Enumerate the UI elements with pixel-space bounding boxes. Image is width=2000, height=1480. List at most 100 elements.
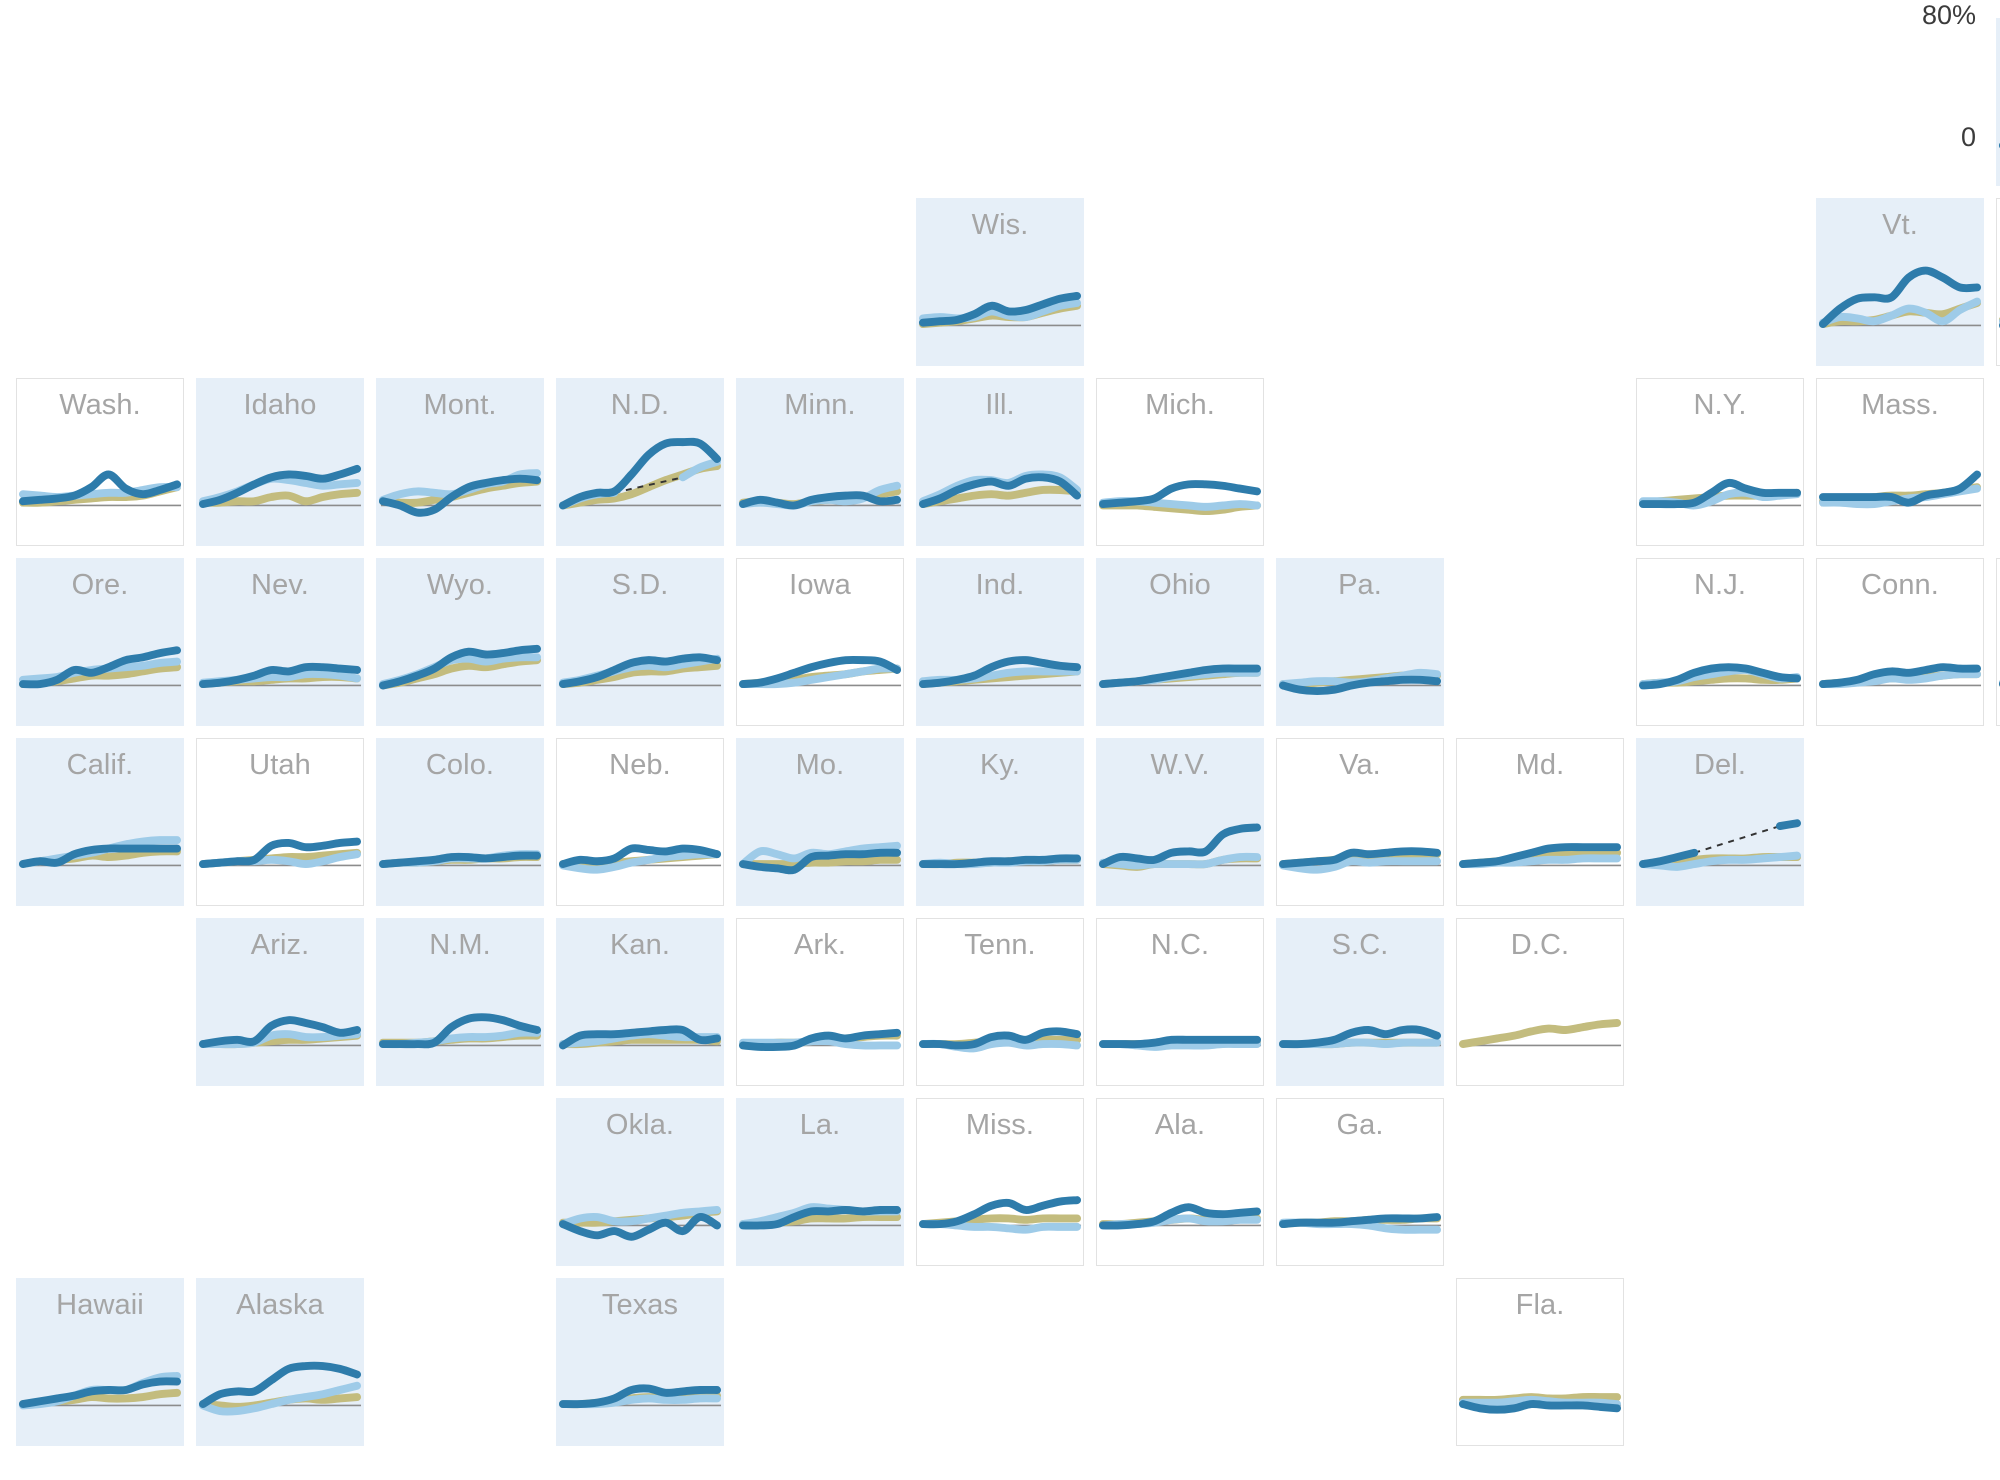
sparkline [918,854,1082,869]
series-line-tan [738,855,902,869]
sparkline [1458,1392,1622,1414]
axis-top-label: 80% [1921,0,1976,30]
state-tile-colo[interactable]: Colo. [376,738,544,906]
state-tile-wash[interactable]: Wash. [16,378,184,546]
state-tile-iowa[interactable]: Iowa [736,558,904,726]
gap-dashed-connector [1694,825,1781,854]
state-tile-n-y[interactable]: N.Y. [1636,378,1804,546]
state-tile-n-h[interactable]: N.H. [1996,198,2000,366]
state-tile-idaho[interactable]: Idaho [196,378,364,546]
state-tile-mass[interactable]: Mass. [1816,378,1984,546]
sparkline [1098,480,1262,516]
sparkline [1638,478,1802,510]
state-tile-la[interactable]: La. [736,1098,904,1266]
state-tile-ala[interactable]: Ala. [1096,1098,1264,1266]
sparkline [198,1361,362,1416]
state-tile-n-m[interactable]: N.M. [376,918,544,1086]
series-line-dark-blue [1278,1213,1442,1229]
state-tile-w-v[interactable]: W.V. [1096,738,1264,906]
sparkline [378,469,542,517]
state-tile-mo[interactable]: Mo. [736,738,904,906]
sparkline [1458,1018,1622,1049]
sparkline [558,1384,722,1409]
cartogram-board: 80% 0 Maine Wis. Vt. N.H. Wash.IdahoMont.N.D… [0,0,2000,1480]
state-tile-kan[interactable]: Kan. [556,918,724,1086]
state-tile-nev[interactable]: Nev. [196,558,364,726]
state-tile-utah[interactable]: Utah [196,738,364,906]
state-tile-mont[interactable]: Mont. [376,378,544,546]
sparkline [738,841,902,875]
sparkline [558,1206,722,1241]
state-tile-ark[interactable]: Ark. [736,918,904,1086]
sparkline [558,844,722,874]
sparkline [738,1203,902,1230]
sparkline [18,836,182,869]
sparkline [918,656,1082,689]
state-tile-ore[interactable]: Ore. [16,558,184,726]
state-tile-alaska[interactable]: Alaska [196,1278,364,1446]
sparkline [738,481,902,510]
series-line-dark-blue [1098,1035,1262,1049]
sparkline [1458,843,1622,869]
sparkline [738,655,902,689]
sparkline [558,1025,722,1050]
sparkline [1098,823,1262,871]
state-tile-fla[interactable]: Fla. [1456,1278,1624,1446]
state-tile-neb[interactable]: Neb. [556,738,724,906]
state-tile-n-j[interactable]: N.J. [1636,558,1804,726]
state-tile-ky[interactable]: Ky. [916,738,1084,906]
state-tile-tenn[interactable]: Tenn. [916,918,1084,1086]
state-tile-n-c[interactable]: N.C. [1096,918,1264,1086]
state-tile-calif[interactable]: Calif. [16,738,184,906]
sparkline [18,1371,182,1410]
state-tile-pa[interactable]: Pa. [1276,558,1444,726]
sparkline [198,464,362,509]
state-tile-n-d[interactable]: N.D. [556,378,724,546]
state-tile-hawaii[interactable]: Hawaii [16,1278,184,1446]
state-tile-s-c[interactable]: S.C. [1276,918,1444,1086]
sparkline [1098,1203,1262,1230]
sparkline [378,1013,542,1049]
sparkline [198,662,362,689]
state-tile-conn[interactable]: Conn. [1816,558,1984,726]
sparkline [1278,847,1442,874]
axis-zero-label: 0 [1960,122,1976,152]
state-tile-maine[interactable]: Maine [1996,18,2000,186]
state-tile-r-i[interactable]: R.I. [1996,558,2000,726]
sparkline [1278,668,1442,696]
sparkline [1818,266,1982,329]
series-line-dark-blue [1818,470,1982,507]
sparkline [918,1196,1082,1234]
state-tile-miss[interactable]: Miss. [916,1098,1084,1266]
state-tile-ill[interactable]: Ill. [916,378,1084,546]
series-line-tan [1458,1018,1622,1049]
state-tile-vt[interactable]: Vt. [1816,198,1984,366]
state-tile-md[interactable]: Md. [1456,738,1624,906]
state-tile-d-c[interactable]: D.C. [1456,918,1624,1086]
sparkline [18,470,182,507]
state-tile-wyo[interactable]: Wyo. [376,558,544,726]
state-tile-mich[interactable]: Mich. [1096,378,1264,546]
sparkline [18,646,182,689]
state-tile-wis[interactable]: Wis. [916,198,1084,366]
sparkline [1278,1213,1442,1234]
state-tile-ariz[interactable]: Ariz. [196,918,364,1086]
sparkline [918,291,1082,329]
sparkline [738,1028,902,1052]
state-tile-minn[interactable]: Minn. [736,378,904,546]
state-tile-texas[interactable]: Texas [556,1278,724,1446]
sparkline [918,1027,1082,1053]
series-line-dark-blue [1775,819,1802,831]
state-tile-ohio[interactable]: Ohio [1096,558,1264,726]
sparkline [378,644,542,690]
state-tile-okla[interactable]: Okla. [556,1098,724,1266]
state-tile-ind[interactable]: Ind. [916,558,1084,726]
sparkline [1818,470,1982,509]
state-tile-va[interactable]: Va. [1276,738,1444,906]
sparkline [1278,1025,1442,1049]
state-tile-del[interactable]: Del. [1636,738,1804,906]
state-tile-s-d[interactable]: S.D. [556,558,724,726]
sparkline [198,837,362,869]
sparkline [378,850,542,869]
state-tile-ga[interactable]: Ga. [1276,1098,1444,1266]
